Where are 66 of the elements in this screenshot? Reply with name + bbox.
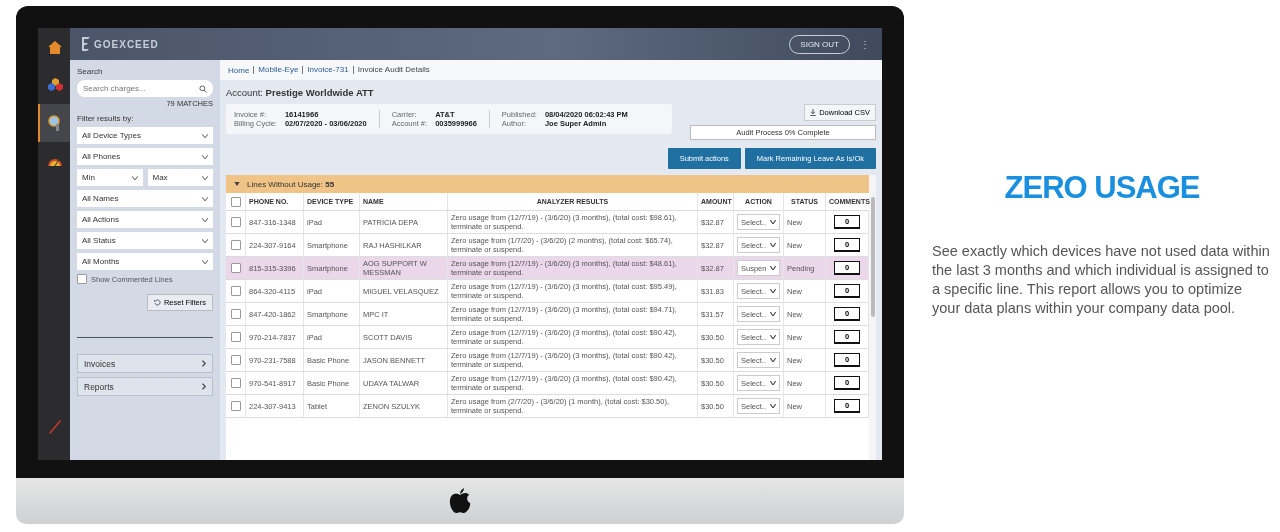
group-title: Lines Without Usage: 55 <box>247 179 335 189</box>
checkbox[interactable] <box>230 332 241 342</box>
chevron-down-icon <box>202 238 208 243</box>
checkbox[interactable] <box>230 263 241 273</box>
breadcrumb-link[interactable]: Invoice-731 <box>302 66 349 74</box>
chevron-down-icon <box>770 289 776 293</box>
checkbox[interactable] <box>230 378 241 388</box>
filter-select[interactable]: All Months <box>77 253 213 270</box>
promo-text: See exactly which devices have not used data within the last 3 months and which individual is assigned to a specific line. This report allows you to optimize your data plans within your company data pool. <box>932 242 1271 318</box>
magnifier-icon <box>48 115 62 131</box>
group-header[interactable]: Lines Without Usage: 55 <box>226 175 869 193</box>
checkbox[interactable] <box>230 217 241 227</box>
scrollbar[interactable] <box>871 197 875 317</box>
chevron-icon <box>202 360 206 367</box>
gauge-icon <box>47 156 63 166</box>
checkbox[interactable] <box>230 196 241 207</box>
chevron-down-icon <box>202 259 208 264</box>
chevron-down-icon <box>770 266 776 270</box>
apple-icon <box>449 488 471 514</box>
search-label: Search <box>77 67 104 76</box>
checkbox[interactable] <box>230 309 241 319</box>
brand-name: GOEXCEED <box>94 38 159 50</box>
checkbox[interactable] <box>230 401 241 411</box>
filter-select[interactable]: Min <box>77 169 143 186</box>
chevron-down-icon <box>202 175 208 180</box>
checkbox[interactable] <box>230 286 241 296</box>
cubes-icon <box>47 78 63 92</box>
chevron-down-icon <box>770 243 776 247</box>
breadcrumb-link[interactable]: Mobile-Eye <box>253 66 299 74</box>
breadcrumb-current: Invoice Audit Details <box>352 66 430 74</box>
filter-select[interactable]: All Status <box>77 232 213 249</box>
filter-select[interactable]: All Actions <box>77 211 213 228</box>
filter-select[interactable]: All Phones <box>77 148 213 165</box>
search-input[interactable]: Search charges... <box>83 84 173 93</box>
chevron-down-icon <box>202 217 208 222</box>
download-icon <box>810 109 817 116</box>
logo-icon <box>80 37 90 51</box>
filter-label: Filter results by: <box>77 114 135 123</box>
promo-heading: ZERO USAGE <box>1003 170 1201 206</box>
chevron-down-icon <box>770 404 776 408</box>
chevron-down-icon <box>770 220 776 224</box>
account-title: Account: Prestige Worldwide ATT <box>226 87 375 98</box>
search-icon <box>199 84 207 93</box>
chevron-down-icon <box>770 381 776 385</box>
chevron-down-icon <box>202 154 208 159</box>
checkbox[interactable] <box>77 274 87 284</box>
chevron-down-icon <box>770 312 776 316</box>
breadcrumb-link[interactable]: Home <box>228 65 250 75</box>
chevron-down-icon <box>131 175 138 180</box>
checkbox[interactable] <box>230 240 241 250</box>
search-field[interactable]: Search charges... <box>77 80 213 97</box>
pen-icon <box>49 420 61 434</box>
nav-item[interactable]: Invoices <box>77 354 213 373</box>
checkbox[interactable] <box>230 355 241 365</box>
reset-icon <box>153 299 161 306</box>
chevron-down-icon <box>770 335 776 339</box>
filter-select[interactable]: Max <box>147 169 213 186</box>
menu-button[interactable]: ⋮ <box>858 38 872 50</box>
chevron-down-icon <box>770 358 776 362</box>
chevron-down-icon <box>202 133 208 138</box>
nav-item[interactable]: Reports <box>77 377 213 396</box>
chevron-down-icon <box>202 196 208 201</box>
filter-select[interactable]: All Names <box>77 190 213 207</box>
chevron-icon <box>202 383 206 390</box>
house-icon <box>48 40 62 54</box>
filter-select[interactable]: All Device Types <box>77 127 213 144</box>
